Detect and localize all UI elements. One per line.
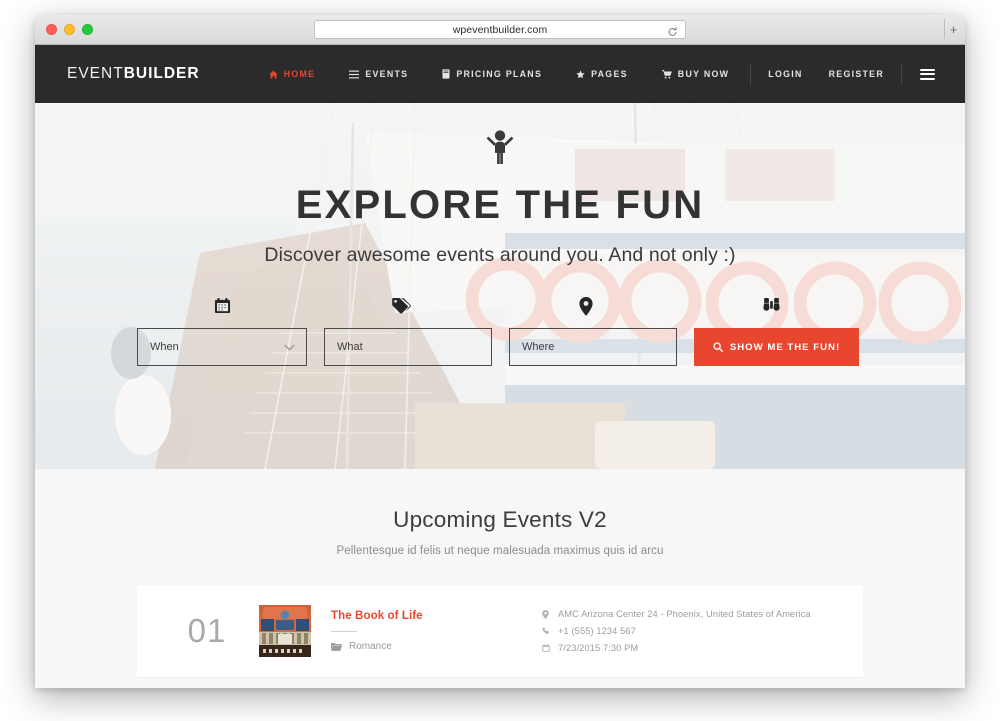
nav-label-events: EVENTS <box>365 69 409 79</box>
nav-label-buy-now: BUY NOW <box>677 69 730 79</box>
event-category[interactable]: Romance <box>331 641 521 652</box>
cart-icon <box>661 69 672 79</box>
nav-label-login: LOGIN <box>768 69 803 79</box>
event-datetime-row: 7/23/2015 7:30 PM <box>541 643 841 653</box>
tag-icon <box>307 297 493 316</box>
event-thumbnail[interactable] <box>259 605 311 657</box>
show-me-the-fun-label: SHOW ME THE FUN! <box>729 341 841 353</box>
browser-titlebar: wpeventbuilder.com + <box>35 15 965 45</box>
window-controls <box>46 24 93 35</box>
event-location-text: AMC Arizona Center 24 - Phoenix, United … <box>558 609 811 619</box>
calendar-icon <box>541 644 550 652</box>
calendar-icon <box>137 297 307 316</box>
nav-label-register: REGISTER <box>828 69 884 79</box>
hero-section: EXPLORE THE FUN Discover awesome events … <box>35 103 965 469</box>
nav-divider-1 <box>750 63 752 85</box>
home-icon <box>269 70 278 79</box>
browser-window: wpeventbuilder.com + EVENTBUILDER HOME E… <box>35 15 965 688</box>
nav-item-buy-now[interactable]: BUY NOW <box>645 69 746 79</box>
hamburger-icon[interactable] <box>920 68 935 80</box>
hero-subtitle: Discover awesome events around you. And … <box>264 244 736 266</box>
hero-field-icons <box>137 297 863 316</box>
what-placeholder: What <box>337 341 363 353</box>
book-icon <box>442 69 450 79</box>
hero-title: EXPLORE THE FUN <box>295 183 705 227</box>
logo-text-part1: EVENT <box>67 65 124 82</box>
zoom-window-button[interactable] <box>82 24 93 35</box>
reload-icon[interactable] <box>667 24 678 36</box>
minimize-window-button[interactable] <box>64 24 75 35</box>
phone-icon <box>541 627 550 635</box>
binoculars-icon <box>679 297 863 316</box>
search-input-where[interactable]: Where <box>509 328 677 366</box>
event-list-item[interactable]: 01 The Book of Life Romance AMC Arizona … <box>137 585 863 677</box>
close-window-button[interactable] <box>46 24 57 35</box>
nav-divider-2 <box>901 63 902 85</box>
map-marker-icon <box>493 297 679 316</box>
chevron-down-icon <box>284 338 295 356</box>
hero-search-form: When What Where SHOW ME THE FUN! <box>137 328 863 366</box>
desktop-backdrop: wpeventbuilder.com + EVENTBUILDER HOME E… <box>0 0 1000 721</box>
child-icon <box>485 130 515 169</box>
nav-label-pages: PAGES <box>591 69 628 79</box>
event-phone-row: +1 (555) 1234 567 <box>541 626 841 636</box>
event-title-divider <box>331 631 357 632</box>
event-location-row: AMC Arizona Center 24 - Phoenix, United … <box>541 609 841 619</box>
section-subtitle: Pellentesque id felis ut neque malesuada… <box>336 545 664 557</box>
search-icon <box>713 342 723 352</box>
list-icon <box>349 70 360 79</box>
where-placeholder: Where <box>522 341 555 353</box>
nav-label-pricing-plans: PRICING PLANS <box>456 69 543 79</box>
nav-item-login[interactable]: LOGIN <box>755 69 815 79</box>
page-viewport: EVENTBUILDER HOME EVENTS PRICING PLANS P… <box>35 45 965 688</box>
show-me-the-fun-button[interactable]: SHOW ME THE FUN! <box>694 328 859 366</box>
address-bar[interactable]: wpeventbuilder.com <box>314 20 686 39</box>
nav-item-register[interactable]: REGISTER <box>816 69 897 79</box>
nav-item-pricing-plans[interactable]: PRICING PLANS <box>425 69 559 79</box>
search-input-what[interactable]: What <box>324 328 492 366</box>
event-meta-list: AMC Arizona Center 24 - Phoenix, United … <box>541 609 841 653</box>
event-number: 01 <box>187 612 227 649</box>
logo-text-part2: BUILDER <box>123 65 200 82</box>
map-marker-icon <box>541 609 550 619</box>
event-phone-text: +1 (555) 1234 567 <box>558 626 636 636</box>
new-tab-button[interactable]: + <box>944 19 962 39</box>
search-input-when[interactable]: When <box>137 328 307 366</box>
nav-item-pages[interactable]: PAGES <box>559 69 645 79</box>
nav-item-events[interactable]: EVENTS <box>332 69 425 79</box>
event-title[interactable]: The Book of Life <box>331 610 521 622</box>
nav-label-home: HOME <box>283 69 316 79</box>
site-navbar: EVENTBUILDER HOME EVENTS PRICING PLANS P… <box>35 45 965 103</box>
when-placeholder: When <box>150 341 179 353</box>
upcoming-events-section: Upcoming Events V2 Pellentesque id felis… <box>35 469 965 688</box>
folder-icon <box>331 642 342 651</box>
nav-item-home[interactable]: HOME <box>252 69 333 79</box>
main-nav: HOME EVENTS PRICING PLANS PAGES BUY NOW … <box>252 63 935 85</box>
url-text: wpeventbuilder.com <box>452 23 548 36</box>
site-logo[interactable]: EVENTBUILDER <box>67 65 200 83</box>
the-book-of-life-poster <box>259 605 311 657</box>
event-category-label: Romance <box>349 641 392 652</box>
section-title: Upcoming Events V2 <box>393 507 607 532</box>
star-icon <box>576 69 585 79</box>
event-datetime-text: 7/23/2015 7:30 PM <box>558 643 639 653</box>
